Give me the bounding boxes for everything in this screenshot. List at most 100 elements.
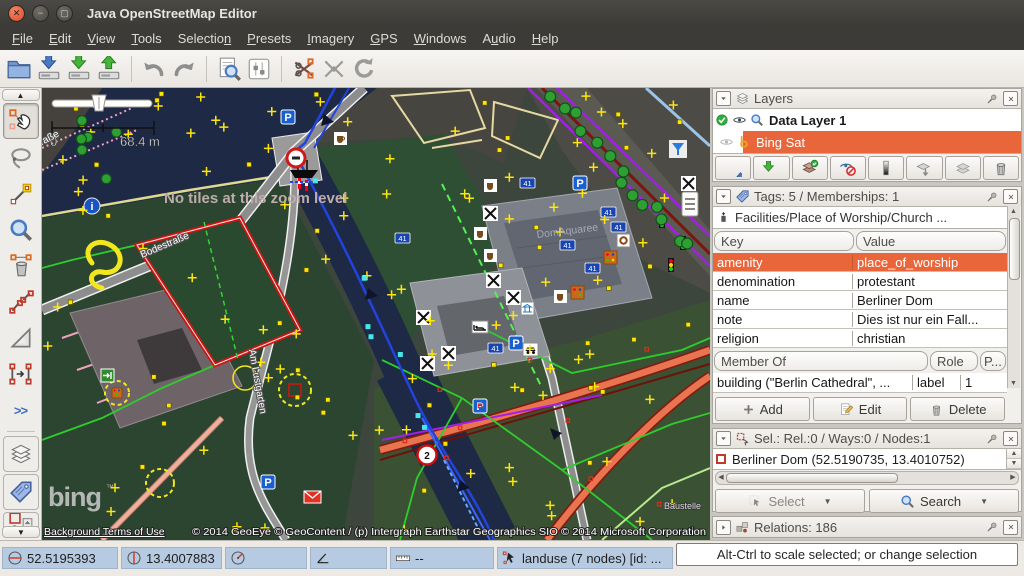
close-icon[interactable] [1003,91,1018,106]
layer-up-button[interactable] [715,156,751,180]
menu-help[interactable]: Help [524,28,567,49]
split-tool[interactable] [4,285,38,319]
selection-item[interactable]: Berliner Dom (52.5190735, 13.4010752) [713,449,1006,469]
map-menu-button[interactable] [682,192,698,216]
combine-way-button[interactable] [319,54,349,84]
pin-icon[interactable] [985,432,999,446]
collapse-icon[interactable] [716,431,731,446]
select-move-tool[interactable] [3,103,39,139]
layers-dialog-button[interactable] [3,436,39,472]
toolbar-scroll-down-button[interactable]: ▼ [2,526,40,538]
toolbar-scroll-up-button[interactable]: ▲ [2,89,40,101]
titlebar[interactable]: ✕ − ▢ Java OpenStreetMap Editor [0,0,1024,26]
tag-row[interactable]: nameBerliner Dom [713,291,1007,310]
search-objects-button[interactable] [214,54,244,84]
layer-down-button[interactable] [753,156,789,180]
menu-gps[interactable]: GPS [362,28,405,49]
edit-tag-button[interactable]: Edit [813,397,908,421]
eye-icon[interactable] [719,135,734,149]
position-column-header[interactable]: P... [980,351,1006,371]
toolbar-divider [7,431,35,432]
preferences-button[interactable] [244,54,274,84]
tag-row[interactable]: amenityplace_of_worship [713,253,1007,272]
active-check-icon[interactable] [715,113,729,127]
collapse-icon[interactable] [716,91,731,106]
close-icon[interactable] [1003,189,1018,204]
menu-imagery[interactable]: Imagery [299,28,362,49]
layer-opacity-button[interactable] [868,156,904,180]
layer-name: Data Layer 1 [767,113,846,128]
scroll-left-icon[interactable]: ◀ [716,472,726,482]
layer-merge-button[interactable] [906,156,942,180]
role-column-header[interactable]: Role [930,351,978,371]
scrollbar-thumb[interactable] [1009,218,1020,280]
preset-link[interactable]: Facilities/Place of Worship/Church ... [713,206,1007,229]
redo-button[interactable] [169,54,199,84]
set-square-tool[interactable] [4,321,38,355]
scrollbar-thumb[interactable] [726,473,898,483]
scroll-down-icon[interactable]: ▼ [1008,378,1019,388]
tag-row[interactable]: religionchristian [713,329,1007,348]
close-window-button[interactable]: ✕ [8,5,25,22]
delete-tool[interactable] [4,249,38,283]
toolbar-separator [206,56,207,82]
layer-row-data[interactable]: Data Layer 1 [713,109,1021,131]
download-data-button[interactable] [64,54,94,84]
minimize-window-button[interactable]: − [32,5,49,22]
layer-activate-button[interactable] [792,156,828,180]
save-button[interactable] [34,54,64,84]
trash-icon [929,402,944,417]
selection-hscrollbar[interactable]: ◀ ▶ [715,471,1019,485]
pin-icon[interactable] [985,520,999,534]
lasso-tool[interactable] [4,141,38,175]
layer-visibility-button[interactable] [830,156,866,180]
delete-tag-button[interactable]: Delete [910,397,1005,421]
menu-edit[interactable]: Edit [41,28,79,49]
refresh-button[interactable] [349,54,379,84]
maximize-window-button[interactable]: ▢ [56,5,73,22]
key-column-header[interactable]: Key [714,231,854,251]
area-label: Baustelle [664,501,701,511]
menu-view[interactable]: View [79,28,123,49]
scroll-right-icon[interactable]: ▶ [1008,472,1018,482]
menu-file[interactable]: File [4,28,41,49]
select-button[interactable]: Select ▼ [715,489,865,513]
menu-audio[interactable]: Audio [474,28,523,49]
parallel-way-tool[interactable] [4,357,38,391]
more-tools-button[interactable]: >> [4,393,38,427]
expand-icon[interactable] [716,520,731,535]
tags-scrollbar[interactable]: ▲ ▼ [1007,206,1020,388]
split-way-button[interactable] [289,54,319,84]
menu-selection[interactable]: Selection [170,28,239,49]
membership-row[interactable]: building ("Berlin Cathedral", ... label … [713,373,1007,393]
map-canvas[interactable]: P P P P P [42,88,710,540]
member-of-column-header[interactable]: Member Of [714,351,928,371]
zoom-tool[interactable] [4,213,38,247]
add-tag-button[interactable]: Add [715,397,810,421]
terms-of-use-link[interactable]: Background Terms of Use [44,526,165,538]
value-column-header[interactable]: Value [856,231,1006,251]
open-file-button[interactable] [4,54,34,84]
menu-tools[interactable]: Tools [123,28,169,49]
layer-delete-button[interactable] [983,156,1019,180]
tags-dialog-button[interactable] [3,474,39,510]
selection-spinner[interactable]: ▲▼ [1006,449,1021,469]
search-button[interactable]: Search ▼ [869,489,1019,513]
menu-windows[interactable]: Windows [406,28,475,49]
tag-row[interactable]: noteDies ist nur ein Fall... [713,310,1007,329]
scroll-up-icon[interactable]: ▲ [1008,206,1019,216]
collapse-icon[interactable] [716,189,731,204]
draw-nodes-tool[interactable] [4,177,38,211]
upload-data-button[interactable] [94,54,124,84]
close-icon[interactable] [1003,431,1018,446]
close-icon[interactable] [1003,520,1018,535]
eye-icon[interactable] [732,113,747,127]
hovered-object-readout: landuse (7 nodes) [id: ... [497,547,673,569]
pin-icon[interactable] [985,190,999,204]
undo-button[interactable] [139,54,169,84]
menu-presets[interactable]: Presets [239,28,299,49]
layer-row-bing[interactable]: Bing Sat [713,131,1021,153]
pin-icon[interactable] [985,92,999,106]
layer-duplicate-button[interactable] [945,156,981,180]
tag-row[interactable]: denominationprotestant [713,272,1007,291]
